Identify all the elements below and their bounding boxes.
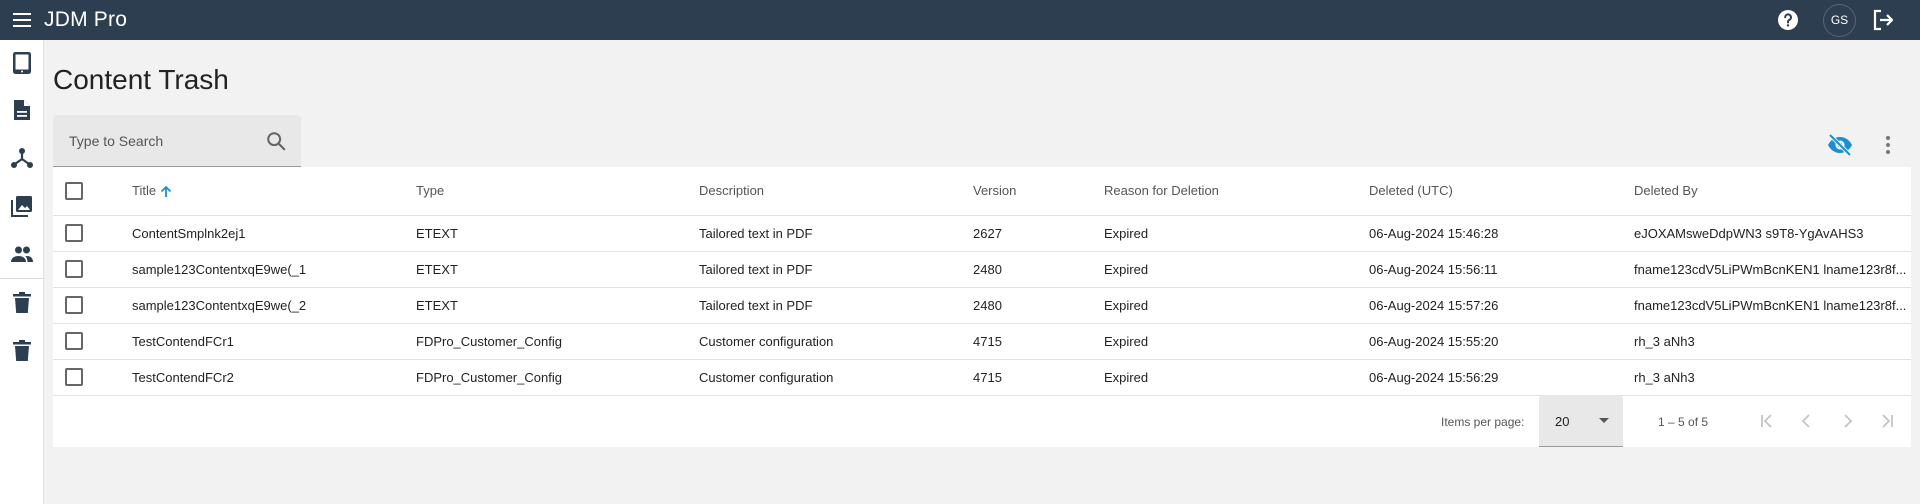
column-header-version[interactable]: Version [973,167,1104,216]
people-icon [11,246,33,262]
sidebar-item-documents[interactable] [0,86,44,134]
cell-description: Tailored text in PDF [699,215,973,252]
previous-page-button[interactable] [1793,407,1821,435]
document-icon [14,100,30,120]
table-row[interactable]: ContentSmplnk2ej1 ETEXT Tailored text in… [53,215,1911,252]
cell-version: 2627 [973,215,1104,252]
cell-reason: Expired [1104,215,1369,252]
cell-description: Customer configuration [699,323,973,360]
top-app-bar: JDM Pro GS [0,0,1920,40]
cell-deleted-utc: 06-Aug-2024 15:57:26 [1369,287,1634,324]
help-circle-icon[interactable] [1771,3,1805,37]
cell-type: ETEXT [416,251,699,288]
cell-reason: Expired [1104,287,1369,324]
cell-type: FDPro_Customer_Config [416,359,699,396]
chevron-right-icon [1844,414,1853,428]
cell-title: sample123ContentxqE9we(_1 [132,251,416,288]
table-row[interactable]: TestContendFCr1 FDPro_Customer_Config Cu… [53,323,1911,360]
items-per-page-value: 20 [1555,414,1570,429]
page-title: Content Trash [53,64,229,95]
last-page-button[interactable] [1873,407,1901,435]
items-per-page-label: Items per page: [1441,415,1525,429]
row-checkbox[interactable] [65,296,83,314]
hierarchy-icon [11,148,33,168]
content-trash-table: Title Type Description Version Reason fo… [53,167,1911,396]
column-header-type[interactable]: Type [416,167,699,216]
cell-deleted-by: eJOXAMsweDdpWN3 s9T8-YgAvAHS3 [1634,215,1911,252]
more-vertical-icon[interactable] [1878,133,1898,157]
select-all-checkbox[interactable] [65,181,83,200]
content-trash-table-card: Title Type Description Version Reason fo… [53,167,1911,447]
cell-description: Customer configuration [699,359,973,396]
cell-title: TestContendFCr2 [132,359,416,396]
chevron-left-icon [1801,414,1810,428]
cell-deleted-by: rh_3 aNh3 [1634,359,1911,396]
user-avatar[interactable]: GS [1823,3,1856,37]
cell-deleted-utc: 06-Aug-2024 15:46:28 [1369,215,1634,252]
cell-version: 4715 [973,359,1104,396]
column-header-reason[interactable]: Reason for Deletion [1104,167,1369,216]
sidebar-item-images[interactable] [0,182,44,230]
cell-version: 2480 [973,287,1104,324]
dropdown-arrow-icon [1599,418,1609,423]
image-library-icon [11,196,32,217]
column-header-deleted-utc[interactable]: Deleted (UTC) [1369,167,1634,216]
cell-deleted-utc: 06-Aug-2024 15:55:20 [1369,323,1634,360]
sidebar-item-hierarchy[interactable] [0,134,44,182]
app-title: JDM Pro [44,8,128,31]
cell-deleted-by: fname123cdV5LiPWmBcnKEN1 lname123r8f... [1634,251,1911,288]
cell-reason: Expired [1104,251,1369,288]
sidebar-item-trash-secondary[interactable] [0,327,44,375]
cell-deleted-by: rh_3 aNh3 [1634,323,1911,360]
table-row[interactable]: TestContendFCr2 FDPro_Customer_Config Cu… [53,359,1911,396]
cell-type: ETEXT [416,287,699,324]
column-header-description[interactable]: Description [699,167,973,216]
cell-version: 2480 [973,251,1104,288]
paginator: Items per page: 20 1 – 5 of 5 [53,395,1911,447]
cell-description: Tailored text in PDF [699,251,973,288]
search-field [53,115,301,167]
trash-icon [13,340,31,361]
tablet-icon [13,52,31,74]
table-header-row: Title Type Description Version Reason fo… [53,167,1911,216]
row-checkbox[interactable] [65,332,83,350]
page-range-label: 1 – 5 of 5 [1658,415,1709,429]
search-icon[interactable] [265,130,287,152]
sort-ascending-icon [160,186,172,198]
column-header-title[interactable]: Title [132,167,416,216]
sidebar-item-devices[interactable] [0,40,44,86]
row-checkbox[interactable] [65,368,83,386]
logout-icon[interactable] [1866,3,1900,37]
cell-title: ContentSmplnk2ej1 [132,215,416,252]
sidebar-item-trash[interactable] [0,279,44,327]
table-row[interactable]: sample123ContentxqE9we(_2 ETEXT Tailored… [53,287,1911,324]
items-per-page-select[interactable]: 20 [1539,395,1623,447]
cell-type: FDPro_Customer_Config [416,323,699,360]
row-checkbox[interactable] [65,224,83,242]
visibility-off-icon[interactable] [1826,133,1854,157]
cell-deleted-utc: 06-Aug-2024 15:56:11 [1369,251,1634,288]
cell-title: sample123ContentxqE9we(_2 [132,287,416,324]
cell-deleted-by: fname123cdV5LiPWmBcnKEN1 lname123r8f... [1634,287,1911,324]
column-header-deleted-by[interactable]: Deleted By [1634,167,1911,216]
cell-version: 4715 [973,323,1104,360]
table-row[interactable]: sample123ContentxqE9we(_1 ETEXT Tailored… [53,251,1911,288]
trash-icon [13,292,31,313]
search-input[interactable] [69,115,259,167]
first-page-icon [1761,414,1772,428]
cell-deleted-utc: 06-Aug-2024 15:56:29 [1369,359,1634,396]
cell-reason: Expired [1104,359,1369,396]
first-page-button[interactable] [1753,407,1781,435]
sidebar [0,40,44,504]
next-page-button[interactable] [1833,407,1861,435]
cell-type: ETEXT [416,215,699,252]
cell-description: Tailored text in PDF [699,287,973,324]
row-checkbox[interactable] [65,260,83,278]
cell-title: TestContendFCr1 [132,323,416,360]
hamburger-menu-icon[interactable] [0,0,44,40]
cell-reason: Expired [1104,323,1369,360]
sidebar-item-users[interactable] [0,230,44,278]
last-page-icon [1882,414,1893,428]
